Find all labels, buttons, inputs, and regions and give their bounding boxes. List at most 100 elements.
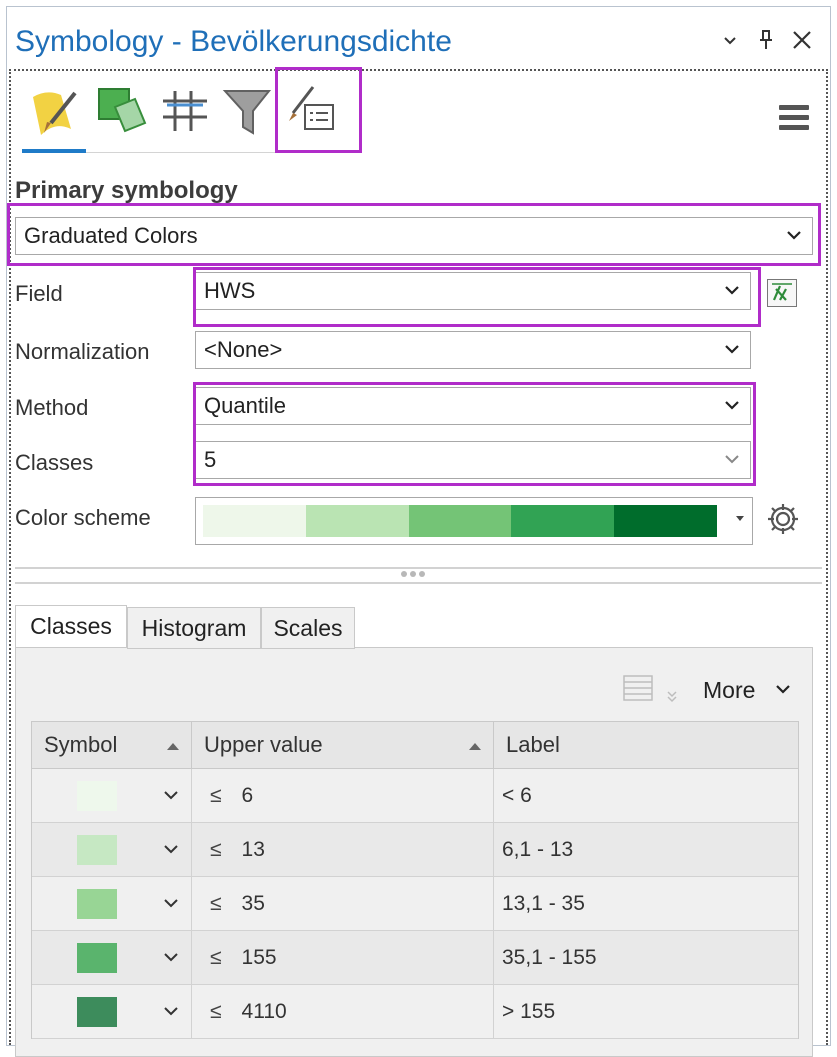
color-scheme-dropdown[interactable] [195, 497, 753, 545]
splitter-line [15, 567, 822, 569]
label-cell[interactable]: 6,1 - 13 [494, 823, 798, 876]
pane-titlebar: Symbology - Bevölkerungsdichte [7, 7, 830, 73]
table-header: Symbol Upper value Label [32, 721, 798, 769]
active-tab-indicator [22, 149, 86, 153]
upper-value-cell[interactable]: ≤35 [192, 877, 494, 930]
gear-icon [768, 504, 798, 534]
expression-button[interactable] [767, 279, 797, 307]
sort-down-icon[interactable] [665, 689, 679, 703]
section-heading: Primary symbology [15, 177, 238, 204]
chevron-down-icon[interactable] [163, 949, 179, 965]
menu-icon [779, 105, 809, 110]
dock-outline [9, 69, 828, 71]
less-equal-symbol: ≤ [210, 837, 222, 861]
symbol-cell[interactable] [32, 769, 192, 822]
dock-outline-right [826, 69, 828, 1045]
chevron-down-icon[interactable] [163, 841, 179, 857]
tab-vary-symbology[interactable] [95, 83, 151, 143]
chevron-down-icon[interactable] [163, 895, 179, 911]
dropdown-arrow-icon [736, 516, 744, 521]
symbol-cell[interactable] [32, 931, 192, 984]
close-icon [793, 31, 811, 49]
method-label: Method [15, 395, 89, 420]
more-toolbar: More [623, 671, 803, 711]
symbol-cell[interactable] [32, 877, 192, 930]
column-header-upper-value[interactable]: Upper value [192, 722, 494, 768]
symbol-swatch[interactable] [77, 781, 117, 811]
column-header-label: Symbol [44, 732, 118, 757]
symbol-swatch[interactable] [77, 889, 117, 919]
sort-ascending-icon [469, 743, 481, 750]
upper-value-cell[interactable]: ≤13 [192, 823, 494, 876]
upper-value-text: 6 [241, 783, 254, 807]
tab-primary-symbology[interactable] [27, 83, 83, 143]
pane-title: Symbology - Bevölkerungsdichte [15, 25, 452, 58]
table-row[interactable]: ≤35 13,1 - 35 [32, 877, 798, 931]
label-cell[interactable]: < 6 [494, 769, 798, 822]
tab-display-filters[interactable] [221, 83, 277, 143]
label-cell[interactable]: > 155 [494, 985, 798, 1038]
chevron-down-icon [776, 685, 790, 694]
normalization-label: Normalization [15, 339, 150, 364]
color-ramp-step [511, 505, 615, 537]
upper-value-text: 35 [241, 891, 265, 915]
column-header-label: Upper value [204, 732, 323, 757]
class-label-text: 13,1 - 35 [502, 891, 585, 915]
color-ramp-step [408, 505, 512, 537]
menu-icon-bar [779, 125, 809, 130]
splitter-line [15, 582, 822, 584]
normalization-dropdown[interactable]: <None> [195, 331, 751, 369]
upper-value-text: 13 [241, 837, 265, 861]
auto-hide-button[interactable] [755, 25, 777, 55]
more-button[interactable]: More [703, 677, 755, 704]
column-header-label: Label [506, 732, 560, 757]
options-dropdown-button[interactable] [719, 25, 741, 55]
sort-ascending-icon [167, 743, 179, 750]
field-label: Field [15, 281, 63, 306]
less-equal-symbol: ≤ [210, 945, 222, 969]
tab-classes[interactable]: Classes [15, 605, 127, 647]
symbol-swatch[interactable] [77, 835, 117, 865]
chevron-down-icon[interactable] [163, 787, 179, 803]
upper-value-text: 155 [241, 945, 277, 969]
class-label-text: 35,1 - 155 [502, 945, 597, 969]
table-row[interactable]: ≤13 6,1 - 13 [32, 823, 798, 877]
table-row[interactable]: ≤4110 > 155 [32, 985, 798, 1039]
tab-symbol-layers[interactable] [159, 83, 215, 143]
list-view-icon[interactable] [623, 675, 653, 701]
symbol-cell[interactable] [32, 985, 192, 1038]
label-cell[interactable]: 13,1 - 35 [494, 877, 798, 930]
chevron-down-icon [725, 345, 739, 354]
column-header-symbol[interactable]: Symbol [32, 722, 192, 768]
less-equal-symbol: ≤ [210, 891, 222, 915]
menu-button[interactable] [779, 105, 809, 133]
pin-icon [760, 30, 772, 49]
tab-histogram[interactable]: Histogram [127, 607, 261, 649]
chevron-down-icon[interactable] [163, 1003, 179, 1019]
highlight-box-method-classes [193, 382, 756, 486]
table-body: ≤6 < 6 ≤13 6,1 - 13 ≤35 13,1 - 35 ≤155 35,1 - 1… [32, 769, 798, 1039]
close-button[interactable] [789, 25, 815, 55]
classes-table: Symbol Upper value Label ≤6 < 6 ≤13 6,1 - 1… [31, 721, 799, 1039]
highlight-box-symbology-type [7, 203, 821, 266]
table-row[interactable]: ≤6 < 6 [32, 769, 798, 823]
symbol-cell[interactable] [32, 823, 192, 876]
column-header-label-col[interactable]: Label [494, 722, 798, 768]
symbol-swatch[interactable] [77, 997, 117, 1027]
upper-value-cell[interactable]: ≤6 [192, 769, 494, 822]
tab-scales[interactable]: Scales [261, 607, 355, 649]
classes-label: Classes [15, 450, 94, 475]
upper-value-cell[interactable]: ≤4110 [192, 985, 494, 1038]
less-equal-symbol: ≤ [210, 783, 222, 807]
vary-symbology-icon [98, 88, 147, 133]
primary-symbology-icon [33, 91, 77, 135]
menu-icon-bar [779, 115, 809, 120]
splitter-grip[interactable] [401, 571, 425, 577]
label-cell[interactable]: 35,1 - 155 [494, 931, 798, 984]
class-label-text: > 155 [502, 999, 556, 1023]
symbol-swatch[interactable] [77, 943, 117, 973]
color-scheme-label: Color scheme [15, 505, 151, 530]
upper-value-cell[interactable]: ≤155 [192, 931, 494, 984]
color-scheme-settings-button[interactable] [765, 501, 801, 537]
table-row[interactable]: ≤155 35,1 - 155 [32, 931, 798, 985]
